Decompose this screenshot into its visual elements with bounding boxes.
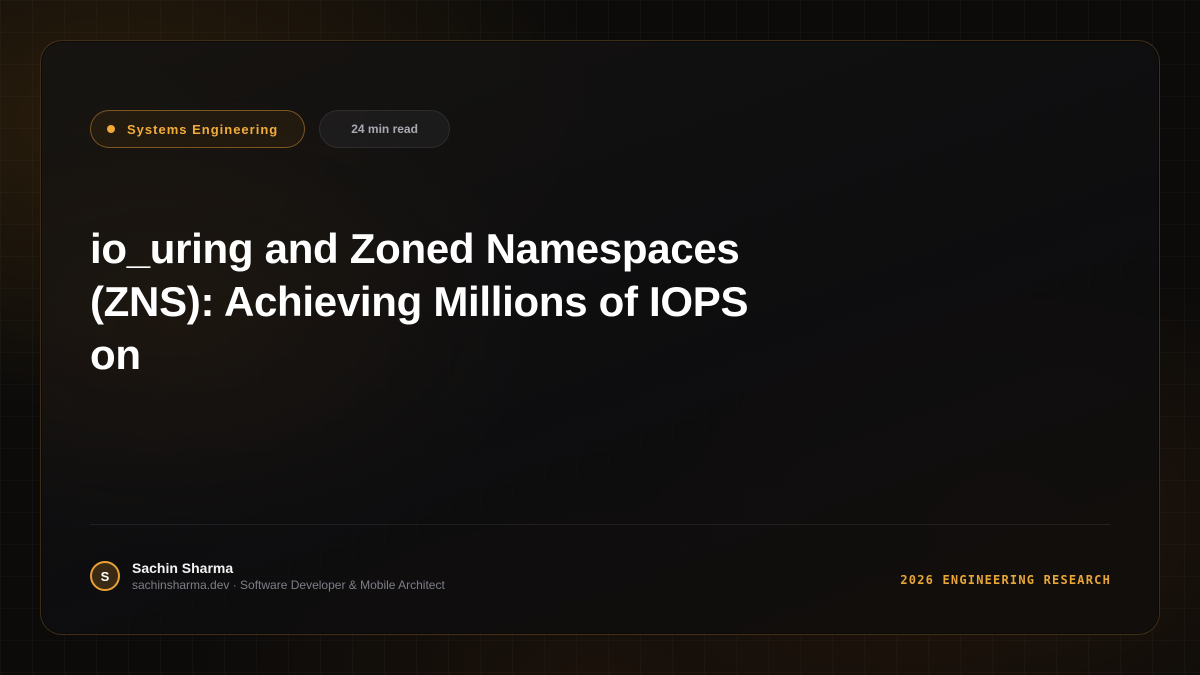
- footer-label: 2026 ENGINEERING RESEARCH: [900, 573, 1111, 587]
- divider: [90, 524, 1110, 525]
- tag-row: Systems Engineering 24 min read: [90, 110, 450, 148]
- author-name: Sachin Sharma: [132, 560, 234, 576]
- category-label: Systems Engineering: [127, 121, 279, 137]
- article-title: io_uring and Zoned Namespaces (ZNS): Ach…: [90, 225, 749, 378]
- author-block: S Sachin Sharma sachinsharma.dev · Softw…: [90, 560, 445, 592]
- read-time-label: 24 min read: [351, 122, 418, 136]
- read-time-badge: 24 min read: [319, 110, 450, 148]
- author-meta: sachinsharma.dev · Software Developer & …: [132, 578, 445, 592]
- page: Systems Engineering 24 min read io_uring…: [0, 0, 1200, 675]
- bullet-dot-icon: [107, 125, 115, 133]
- category-badge[interactable]: Systems Engineering: [90, 110, 306, 148]
- avatar: S: [90, 561, 120, 591]
- author-text: Sachin Sharma sachinsharma.dev · Softwar…: [132, 560, 445, 592]
- article-card: Systems Engineering 24 min read io_uring…: [40, 40, 1160, 635]
